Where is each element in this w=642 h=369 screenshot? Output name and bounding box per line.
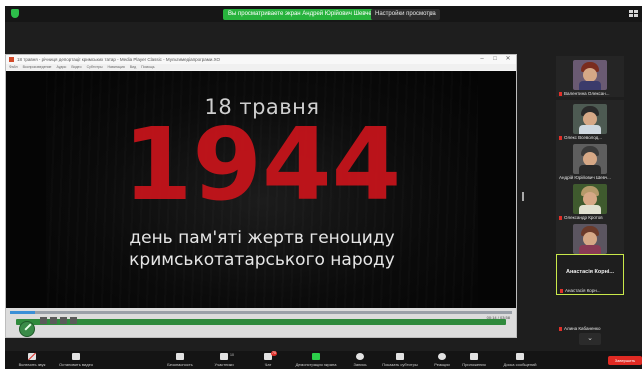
participant-video — [573, 184, 607, 214]
gallery-view-icon[interactable] — [629, 10, 638, 18]
annotate-pen-icon[interactable] — [19, 321, 35, 337]
shield-icon — [176, 353, 184, 360]
menu-item-audio[interactable]: Аудио — [56, 65, 66, 69]
end-meeting-button[interactable]: Завершить — [608, 356, 642, 365]
menu-item-view[interactable]: Вид — [130, 65, 136, 69]
whiteboard-button[interactable]: Доска сообщений — [493, 351, 547, 368]
prev-icon[interactable] — [60, 317, 67, 324]
seek-bar[interactable] — [10, 311, 512, 314]
seek-bar-fill — [10, 311, 36, 314]
video-year-text: 1944 — [122, 106, 402, 223]
muted-mic-icon — [560, 288, 563, 293]
participant-tile[interactable]: Олекс Всеволод... — [556, 100, 624, 141]
participants-icon — [220, 353, 228, 360]
security-shield-icon[interactable] — [11, 9, 19, 18]
player-controls: 00:14 / 03:58 — [6, 308, 516, 337]
participant-video — [573, 224, 607, 254]
chat-button[interactable]: 70 Чат — [241, 351, 295, 368]
next-icon[interactable] — [70, 317, 77, 324]
participant-tile[interactable]: Олександр Кротов — [556, 180, 624, 221]
media-player-app-icon — [9, 57, 14, 62]
video-content: 18 травня 1944 день пам'яті жертв геноци… — [46, 71, 478, 308]
participant-name: Валентина Олексан... — [559, 91, 610, 96]
menu-item-navigation[interactable]: Навигация — [108, 65, 125, 69]
meeting-toolbar: Включить звук Остановить видео Безопасно… — [5, 351, 642, 369]
muted-mic-icon — [559, 215, 562, 220]
participant-video — [573, 104, 607, 134]
microphone-muted-icon — [28, 352, 36, 361]
pause-icon[interactable] — [40, 317, 47, 324]
menu-item-help[interactable]: Помощь — [141, 65, 155, 69]
muted-mic-icon — [559, 91, 562, 96]
screenshot: Вы просматриваете экран Андрей Юрійович … — [0, 0, 642, 369]
subtitles-icon — [396, 353, 404, 360]
player-menu-bar: Файл Воспроизведение Аудио Видео Субтитр… — [6, 64, 516, 70]
menu-item-subtitles[interactable]: Субтитры — [87, 65, 103, 69]
video-caption-line-2: кримськотатарського народу — [129, 250, 395, 270]
participants-count: 10 — [230, 353, 234, 357]
share-screen-icon — [312, 353, 320, 360]
menu-item-playback[interactable]: Воспроизведение — [23, 65, 52, 69]
stop-icon[interactable] — [50, 317, 57, 324]
shared-window-title: 18 травня - річниця депортації кримських… — [17, 57, 220, 62]
menu-item-video[interactable]: Видео — [71, 65, 81, 69]
minimize-button[interactable]: – — [476, 55, 488, 64]
active-speaker-tile[interactable]: Анастасія Корні... Анастасія Корн... — [556, 254, 624, 295]
stop-video-button[interactable]: Остановить видео — [49, 351, 103, 368]
player-time: 00:14 / 03:58 — [486, 315, 510, 320]
maximize-button[interactable]: □ — [489, 55, 501, 64]
video-frame[interactable]: 18 травня 1944 день пам'яті жертв геноци… — [6, 71, 516, 308]
video-caption-line-1: день пам'яті жертв геноциду — [129, 228, 395, 248]
chat-unread-badge: 70 — [271, 351, 277, 356]
muted-mic-icon — [559, 135, 562, 140]
menu-item-file[interactable]: Файл — [9, 65, 18, 69]
muted-mic-icon — [559, 326, 562, 331]
chevron-down-icon[interactable]: ∨ — [429, 9, 433, 20]
participant-tile[interactable]: Валентина Олексан... — [556, 56, 624, 97]
reactions-icon — [438, 353, 446, 360]
zoom-top-bar: Вы просматриваете экран Андрей Юрійович … — [5, 6, 642, 22]
participant-video — [573, 144, 607, 174]
participant-video — [573, 60, 607, 90]
whiteboard-icon — [516, 353, 524, 360]
participant-tile[interactable]: Андрій Юрійович Шевч... — [556, 140, 624, 181]
participant-tile[interactable]: Алина Кабаненко — [556, 296, 624, 332]
apps-icon — [470, 353, 478, 360]
annotation-toolbar[interactable] — [16, 319, 506, 325]
zoom-meeting-window: Вы просматриваете экран Андрей Юрійович … — [5, 6, 642, 369]
shared-window-titlebar: 18 травня - річниця депортації кримських… — [6, 55, 516, 64]
participant-display-name: Анастасія Корні... — [566, 269, 614, 275]
share-banner: Вы просматриваете экран Андрей Юрійович … — [223, 9, 387, 20]
gallery-next-page-button[interactable]: ⌄ — [579, 333, 601, 345]
participant-name: Анастасія Корн... — [560, 288, 601, 293]
record-icon — [356, 353, 364, 360]
camera-icon — [72, 353, 80, 360]
participant-name: Алина Кабаненко — [559, 326, 600, 331]
split-resize-handle[interactable] — [522, 192, 524, 201]
shared-screen-window: 18 травня - річниця депортації кримських… — [5, 54, 517, 338]
close-button[interactable]: ✕ — [502, 55, 514, 64]
